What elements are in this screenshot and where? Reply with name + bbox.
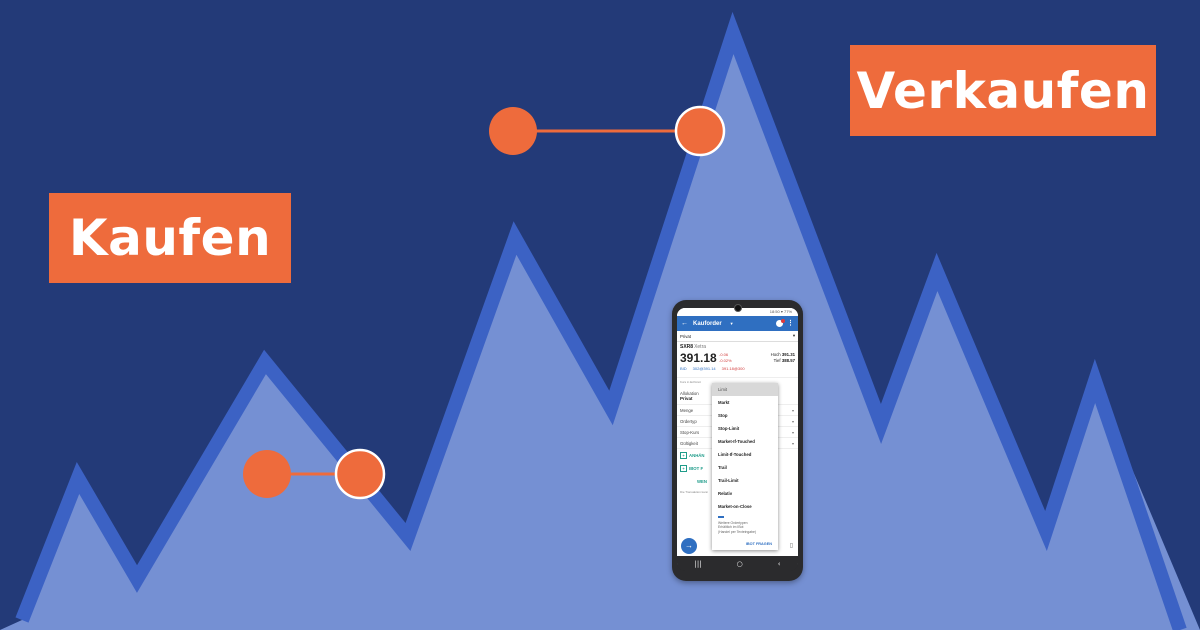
chevron-down-icon: ▾	[791, 440, 794, 446]
bid-value[interactable]: 302@391.14	[693, 366, 716, 371]
notification-icon[interactable]	[776, 319, 785, 327]
clipboard-icon[interactable]: ▯	[790, 542, 793, 549]
change-pct: -0.02%	[719, 358, 732, 363]
app-bar-title: Kauforder	[693, 320, 722, 327]
order-type-option[interactable]: Limit-If-Touched	[712, 448, 778, 461]
recent-apps-icon[interactable]: |||	[695, 560, 702, 568]
ask-value[interactable]: 391.18@300	[722, 366, 745, 371]
buy-label: Kaufen	[49, 193, 291, 283]
symbol-label: SXR8Xetra	[680, 344, 707, 350]
order-type-option[interactable]: Relativ	[712, 487, 778, 500]
order-type-option[interactable]: Trail-Limit	[712, 474, 778, 487]
sell-label: Verkaufen	[850, 45, 1156, 136]
dot-lower-right	[334, 448, 386, 500]
dot-upper-left	[489, 107, 537, 155]
account-selector[interactable]: Privat ▾	[677, 331, 798, 342]
order-type-option[interactable]: Markt	[712, 396, 778, 409]
attach-order-label: ANHÄN	[689, 453, 705, 458]
chevron-down-icon: ▾	[791, 418, 794, 424]
more-menu-icon[interactable]: ⋮	[787, 320, 794, 327]
dot-lower-left	[243, 450, 291, 498]
chevron-down-icon[interactable]: ▼	[730, 321, 734, 326]
chevron-down-icon: ▾	[791, 407, 794, 413]
quantity-label: Menge	[680, 407, 694, 413]
chevron-down-icon: ▾	[791, 429, 794, 435]
high-label: Hoch	[770, 352, 781, 357]
nav-back-icon[interactable]: ‹	[778, 560, 781, 568]
more-order-types-text: (Handel per Texteingabe)	[718, 529, 757, 534]
camera-icon	[734, 304, 742, 312]
high-value: 391.31	[781, 352, 795, 357]
order-type-option[interactable]: Market-If-Touched	[712, 435, 778, 448]
exchange-label: Xetra	[694, 344, 707, 350]
bid-ask-row: BID 302@391.14 391.18@300	[680, 366, 795, 371]
android-nav-bar: ||| ○ ‹	[677, 556, 798, 571]
validity-label: Gültigkeit	[680, 440, 698, 446]
order-type-dropdown: Limit Markt Stop Stop-Limit Market-If-To…	[712, 383, 778, 550]
order-type-option[interactable]: Stop-Limit	[712, 422, 778, 435]
phone-mockup: 18:50 ▾ 77% ← Kauforder ▼ ⋮ Privat ▾ SXR…	[672, 300, 803, 581]
quote-panel: SXR8Xetra 391.18 -0.06 -0.02% Hoch 391.3…	[677, 342, 798, 378]
order-type-option[interactable]: Trail	[712, 461, 778, 474]
ibot-ask-button[interactable]: IBOT FRAGEN	[746, 542, 772, 546]
back-arrow-icon[interactable]: ←	[681, 320, 688, 327]
phone-screen: 18:50 ▾ 77% ← Kauforder ▼ ⋮ Privat ▾ SXR…	[677, 308, 798, 570]
app-bar: ← Kauforder ▼ ⋮	[677, 316, 798, 331]
low-label: Tief	[773, 358, 781, 363]
order-type-option[interactable]: Stop	[712, 409, 778, 422]
plus-icon: +	[680, 452, 687, 459]
chevron-down-icon: ▾	[792, 333, 795, 338]
divider	[718, 516, 724, 518]
submit-arrow-button[interactable]: →	[681, 538, 697, 554]
home-icon[interactable]: ○	[737, 560, 743, 568]
low-value: 388.57	[781, 358, 795, 363]
plus-icon: +	[680, 465, 687, 472]
stop-price-label: Stop-Kurs	[680, 429, 700, 435]
dot-upper-right	[674, 105, 726, 157]
order-type-option[interactable]: Limit	[712, 383, 778, 396]
allocation-value: Privat	[680, 396, 693, 401]
order-type-label: Ordertyp	[680, 418, 697, 424]
high-low: Hoch 391.31 Tief 388.57	[771, 352, 795, 364]
price-change: -0.06 -0.02%	[719, 352, 732, 364]
ibot-link-label: IBOT F	[689, 466, 704, 471]
bid-label: BID	[680, 366, 687, 371]
last-price: 391.18	[680, 351, 717, 365]
banner: Kaufen Verkaufen 18:50 ▾ 77% ← Kauforder…	[0, 0, 1200, 630]
account-name: Privat	[680, 333, 691, 339]
order-type-option[interactable]: Market-on-Close	[712, 500, 778, 513]
